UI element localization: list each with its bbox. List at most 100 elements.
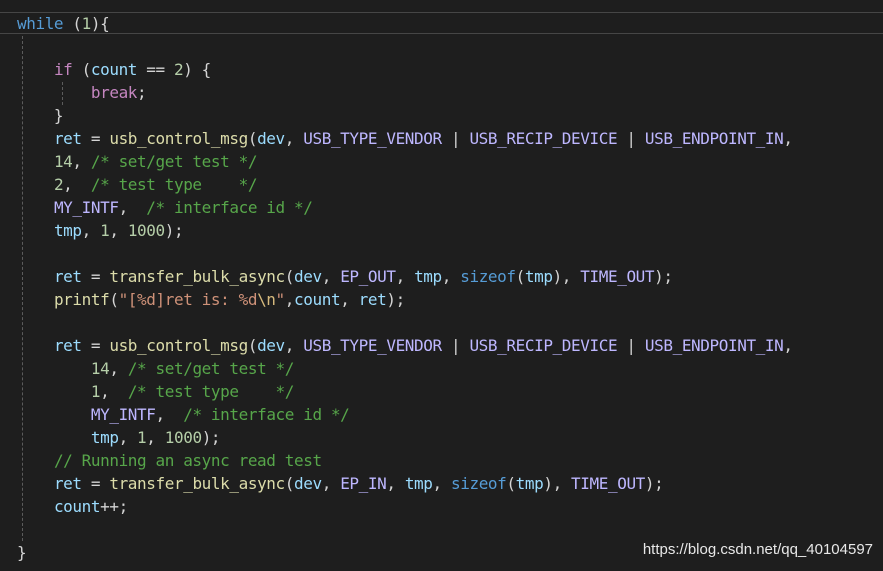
code-token: , — [340, 290, 359, 309]
code-token: , — [321, 474, 341, 493]
code-token: | — [617, 129, 645, 148]
code-line: } — [17, 104, 793, 127]
code-token: ( — [247, 129, 258, 148]
code-token: transfer_bulk_async — [109, 474, 285, 493]
code-token: USB_ENDPOINT_IN — [644, 129, 784, 148]
code-token: usb_control_msg — [109, 129, 248, 148]
code-token: ( — [284, 474, 295, 493]
code-token: ); — [644, 474, 664, 493]
code-token: USB_ENDPOINT_IN — [644, 336, 784, 355]
code-token: | — [441, 129, 470, 148]
code-token: count — [294, 290, 341, 309]
code-line: tmp, 1, 1000); — [17, 426, 793, 449]
code-token: USB_TYPE_VENDOR — [303, 129, 442, 148]
code-token: break — [90, 83, 138, 102]
code-token: , — [81, 221, 101, 240]
code-token: /* set/get test */ — [90, 152, 258, 171]
code-line: 1, /* test type */ — [17, 380, 793, 403]
code-token: dev — [257, 129, 285, 148]
code-token: 14 — [53, 152, 73, 171]
code-token: = — [81, 129, 110, 148]
code-token: ( — [63, 14, 82, 33]
code-token: "[%d]ret is: %d — [118, 290, 258, 309]
code-token: 1000 — [127, 221, 165, 240]
code-token: transfer_bulk_async — [109, 267, 285, 286]
code-token: /* set/get test */ — [127, 359, 295, 378]
code-token: dev — [294, 474, 322, 493]
code-token: ret — [53, 267, 82, 286]
code-token: , — [63, 175, 91, 194]
code-token: " — [275, 290, 286, 309]
code-token: ), — [552, 267, 581, 286]
code-token: , — [109, 221, 128, 240]
code-line: ret = transfer_bulk_async(dev, EP_IN, tm… — [17, 472, 793, 495]
code-token: TIME_OUT — [580, 267, 655, 286]
code-token: count — [90, 60, 138, 79]
code-line: while (1){ — [17, 12, 793, 35]
code-token: ); — [654, 267, 673, 286]
code-token: tmp — [515, 474, 544, 493]
code-token: tmp — [524, 267, 553, 286]
code-token: while — [17, 14, 64, 33]
code-token: , — [783, 129, 793, 148]
code-token: TIME_OUT — [571, 474, 645, 493]
code-token: ); — [386, 290, 405, 309]
watermark-text: https://blog.csdn.net/qq_40104597 — [642, 541, 873, 558]
code-token: tmp — [53, 221, 82, 240]
code-line: // Running an async read test — [17, 449, 793, 472]
code-token: } — [17, 543, 27, 562]
code-token: 14 — [90, 359, 110, 378]
code-line: ret = usb_control_msg(dev, USB_TYPE_VEND… — [17, 334, 793, 357]
code-token: ret — [358, 290, 387, 309]
code-token: 1 — [137, 428, 147, 447]
code-editor[interactable]: while (1){ if (count == 2) { break; } re… — [0, 0, 883, 571]
code-token: , — [395, 267, 415, 286]
code-token: , — [386, 474, 405, 493]
code-text[interactable]: while (1){ if (count == 2) { break; } re… — [17, 12, 793, 564]
code-token: | — [617, 336, 645, 355]
code-token: /* interface id */ — [183, 405, 350, 424]
code-token: , — [72, 152, 91, 171]
code-token: , — [284, 129, 304, 148]
code-token: dev — [257, 336, 285, 355]
code-token: printf — [53, 290, 110, 309]
code-token: | — [441, 336, 470, 355]
code-line: 14, /* set/get test */ — [17, 357, 793, 380]
code-token: usb_control_msg — [109, 336, 248, 355]
code-token: ), — [543, 474, 572, 493]
code-token: EP_OUT — [340, 267, 396, 286]
code-token: 1000 — [164, 428, 202, 447]
code-token: USB_RECIP_DEVICE — [469, 336, 618, 355]
code-token: \n — [257, 290, 276, 309]
code-token: sizeof — [451, 474, 507, 493]
code-token: ){ — [90, 14, 110, 33]
code-token: , — [100, 382, 128, 401]
code-token: ( — [515, 267, 526, 286]
code-token: ); — [164, 221, 184, 240]
code-token: sizeof — [460, 267, 516, 286]
code-token: , — [155, 405, 184, 424]
code-token: ( — [72, 60, 92, 79]
code-token: /* test type */ — [127, 382, 295, 401]
code-token: /* test type */ — [90, 175, 258, 194]
code-token: = — [81, 474, 110, 493]
code-token: ret — [53, 129, 82, 148]
code-line: 14, /* set/get test */ — [17, 150, 793, 173]
code-token: 2 — [173, 60, 184, 79]
code-line: break; — [17, 81, 793, 104]
code-token: , — [118, 428, 138, 447]
